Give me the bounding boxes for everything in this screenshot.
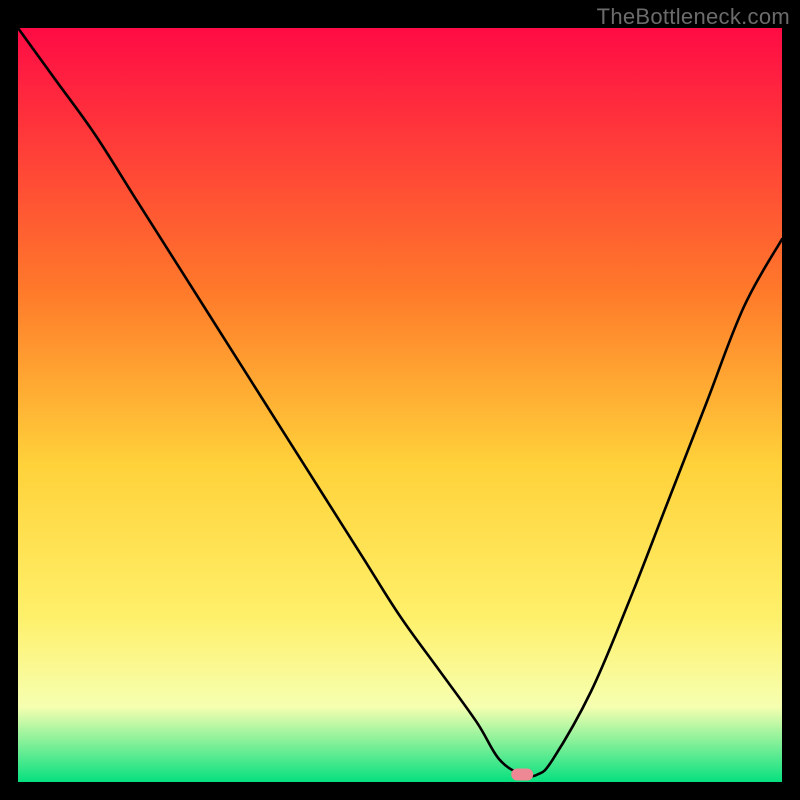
- chart-container: TheBottleneck.com: [0, 0, 800, 800]
- bottleneck-chart: [18, 28, 782, 782]
- plot-area: [18, 28, 782, 782]
- watermark-label: TheBottleneck.com: [597, 4, 790, 30]
- gradient-background: [18, 28, 782, 782]
- optimal-marker: [511, 769, 533, 781]
